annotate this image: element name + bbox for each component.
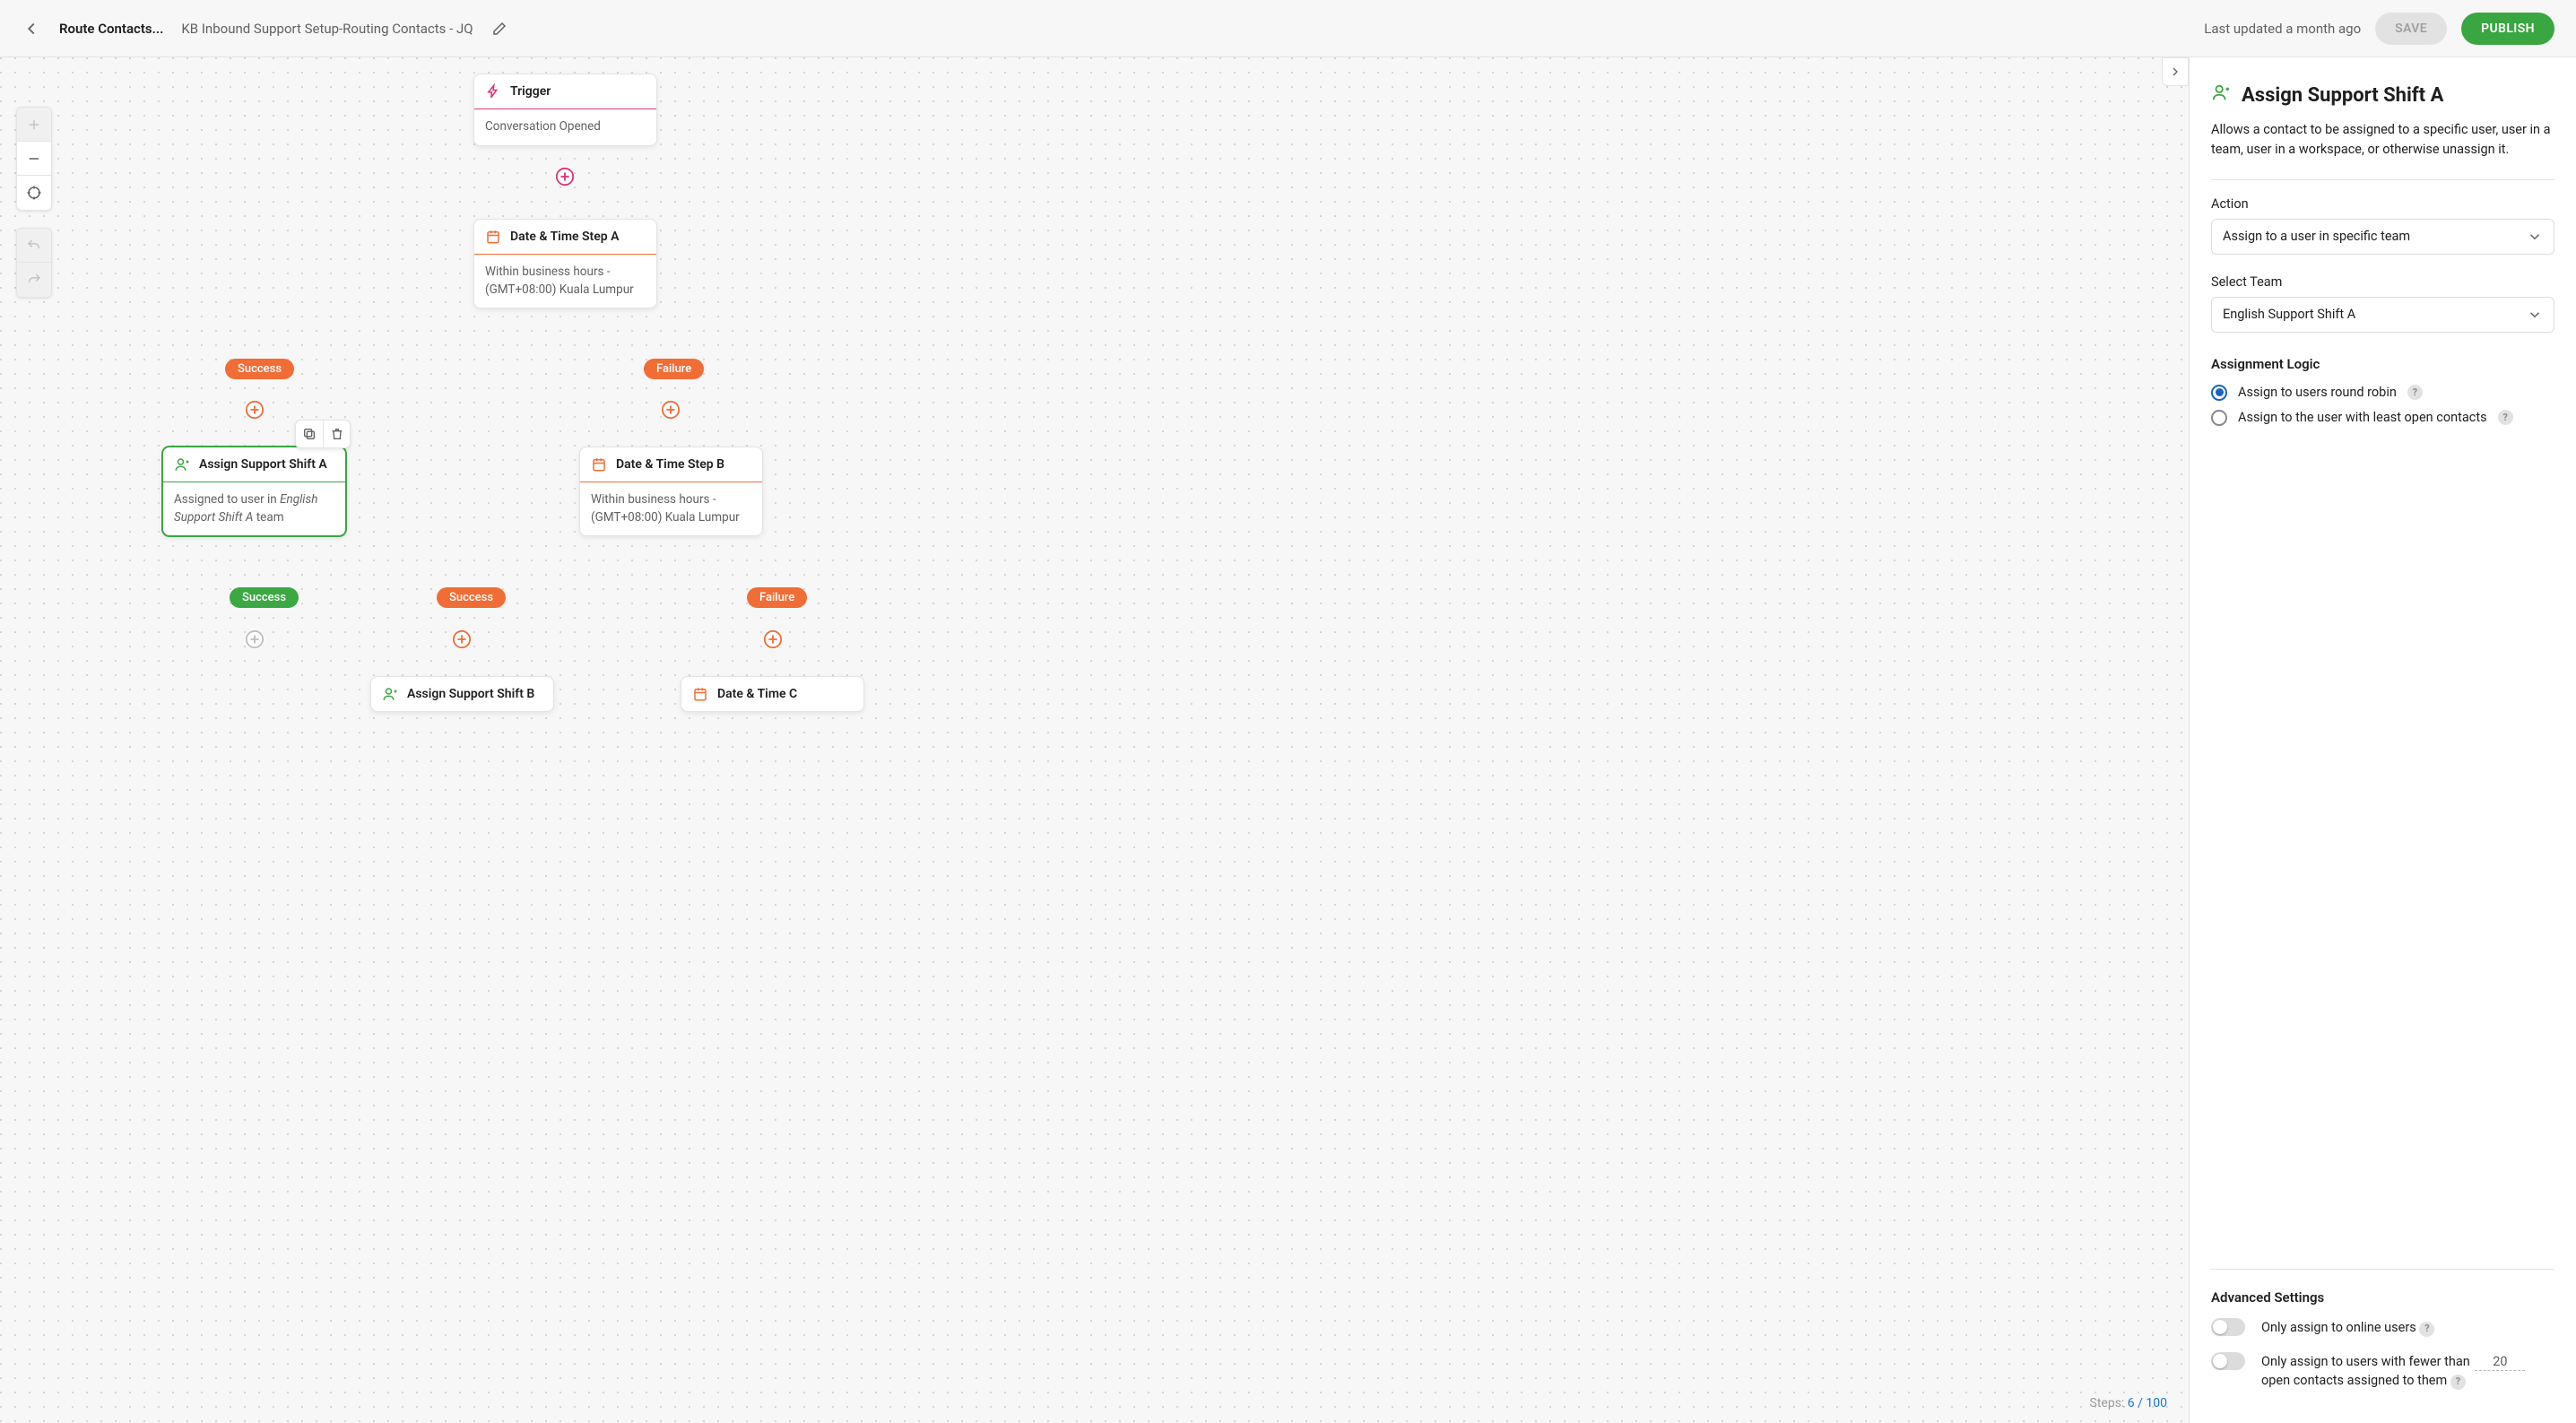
node-assign-shift-b[interactable]: Assign Support Shift B [370, 676, 554, 712]
action-select[interactable]: Assign to a user in specific team [2211, 219, 2554, 255]
calendar-icon [485, 229, 501, 245]
header-bar: Route Contacts... KB Inbound Support Set… [0, 0, 2576, 57]
branch-label-failure: Failure [747, 587, 807, 608]
divider [2211, 1269, 2554, 1270]
node-body: Assigned to user in English Support Shif… [163, 482, 345, 535]
branch-label-success: Success [437, 587, 506, 608]
assignment-logic-label: Assignment Logic [2211, 356, 2554, 372]
collapse-panel-button[interactable] [2162, 57, 2189, 86]
node-trigger[interactable]: Trigger Conversation Opened [473, 74, 657, 146]
add-step-button[interactable] [245, 629, 265, 649]
workflow-canvas[interactable]: Trigger Conversation Opened Date & Time … [0, 57, 2189, 1423]
undo-button[interactable] [17, 229, 51, 263]
panel-description: Allows a contact to be assigned to a spe… [2211, 120, 2554, 160]
back-arrow-icon[interactable] [22, 19, 41, 39]
assign-user-icon [382, 686, 398, 702]
adv-online-label: Only assign to online users [2261, 1320, 2416, 1335]
workflow-title: Route Contacts... [59, 21, 163, 37]
node-body: Within business hours - (GMT+08:00) Kual… [474, 255, 656, 308]
help-icon[interactable]: ? [2419, 1322, 2434, 1337]
add-step-button[interactable] [661, 400, 681, 420]
node-body: Conversation Opened [474, 109, 656, 145]
team-label: Select Team [2211, 274, 2554, 290]
toggle-online-only[interactable] [2211, 1318, 2245, 1336]
radio-label: Assign to users round robin [2238, 385, 2397, 400]
add-step-button[interactable] [555, 167, 575, 187]
add-step-button[interactable] [245, 400, 265, 420]
last-updated-text: Last updated a month ago [2204, 21, 2361, 37]
node-title: Date & Time Step B [616, 457, 724, 472]
node-config-panel: Assign Support Shift A Allows a contact … [2189, 57, 2576, 1423]
history-controls [16, 228, 52, 298]
add-step-button[interactable] [452, 629, 472, 649]
calendar-icon [591, 456, 607, 473]
node-title: Date & Time Step A [510, 230, 619, 244]
node-date-time-c[interactable]: Date & Time C [681, 676, 864, 712]
panel-title-text: Assign Support Shift A [2242, 84, 2443, 107]
help-icon[interactable]: ? [2498, 410, 2513, 425]
workflow-breadcrumb: KB Inbound Support Setup-Routing Contact… [181, 21, 473, 37]
duplicate-node-button[interactable] [296, 421, 323, 447]
help-icon[interactable]: ? [2450, 1375, 2466, 1390]
help-icon[interactable]: ? [2407, 385, 2423, 400]
edit-name-icon[interactable] [491, 21, 507, 37]
branch-label-failure: Failure [644, 359, 704, 379]
node-date-time-b[interactable]: Date & Time Step B Within business hours… [579, 447, 763, 536]
assign-user-icon [174, 456, 190, 473]
assign-user-icon [2211, 82, 2231, 108]
adv-fewer-than-label: Only assign to users with fewer than ope… [2261, 1352, 2554, 1392]
team-value: English Support Shift A [2223, 307, 2355, 322]
chevron-down-icon [2527, 307, 2543, 323]
radio-label: Assign to the user with least open conta… [2238, 410, 2487, 425]
divider [2211, 179, 2554, 180]
connector-lines [0, 57, 269, 192]
toggle-fewer-than[interactable] [2211, 1352, 2245, 1370]
branch-label-success: Success [225, 359, 294, 379]
chevron-down-icon [2527, 229, 2543, 245]
action-value: Assign to a user in specific team [2223, 229, 2410, 244]
node-date-time-a[interactable]: Date & Time Step A Within business hours… [473, 219, 657, 308]
logic-least-open-option[interactable]: Assign to the user with least open conta… [2211, 410, 2554, 426]
steps-indicator: Steps: 6 / 100 [2090, 1396, 2167, 1410]
publish-button[interactable]: PUBLISH [2461, 13, 2554, 45]
node-body: Within business hours - (GMT+08:00) Kual… [580, 482, 762, 535]
node-assign-shift-a[interactable]: Assign Support Shift A Assigned to user … [162, 447, 346, 536]
node-title: Date & Time C [717, 687, 797, 701]
radio-icon [2211, 385, 2227, 401]
advanced-settings-label: Advanced Settings [2211, 1289, 2554, 1306]
add-step-button[interactable] [763, 629, 783, 649]
lightning-icon [485, 83, 501, 100]
radio-icon [2211, 410, 2227, 426]
node-title: Trigger [510, 84, 551, 99]
action-label: Action [2211, 196, 2554, 212]
logic-round-robin-option[interactable]: Assign to users round robin ? [2211, 385, 2554, 401]
node-title: Assign Support Shift B [407, 687, 534, 701]
save-button: SAVE [2375, 13, 2447, 45]
redo-button[interactable] [17, 263, 51, 297]
calendar-icon [692, 686, 708, 702]
node-quick-actions [295, 420, 351, 448]
node-title: Assign Support Shift A [199, 457, 327, 472]
branch-label-success: Success [230, 587, 299, 608]
fewer-than-input[interactable] [2475, 1353, 2525, 1371]
team-select[interactable]: English Support Shift A [2211, 297, 2554, 333]
delete-node-button[interactable] [323, 421, 350, 447]
